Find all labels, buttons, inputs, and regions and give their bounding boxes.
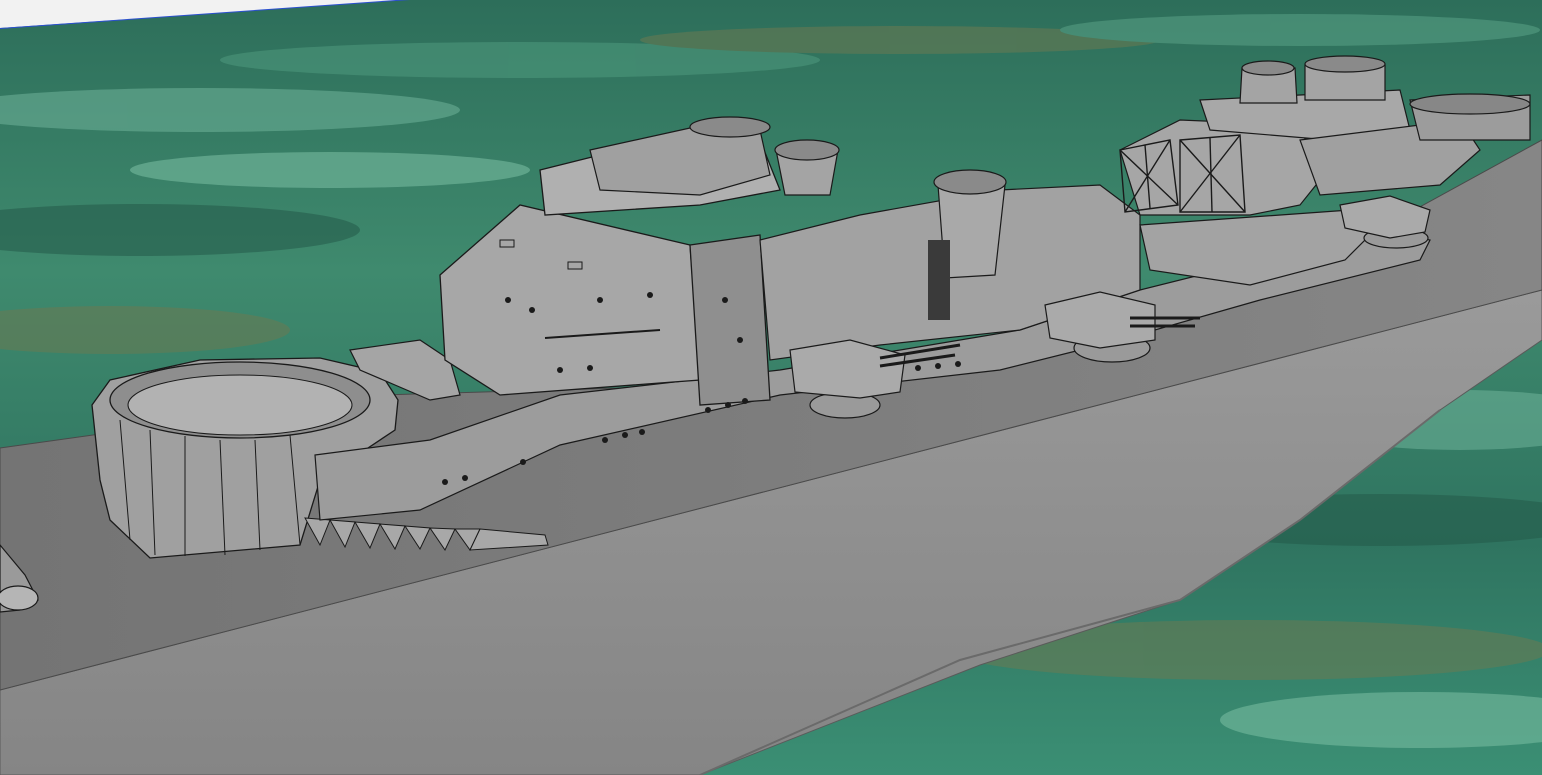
forward-funnel (774, 139, 840, 196)
3d-viewport[interactable] (0, 0, 1542, 775)
ship-model-scene[interactable] (0, 0, 1542, 775)
